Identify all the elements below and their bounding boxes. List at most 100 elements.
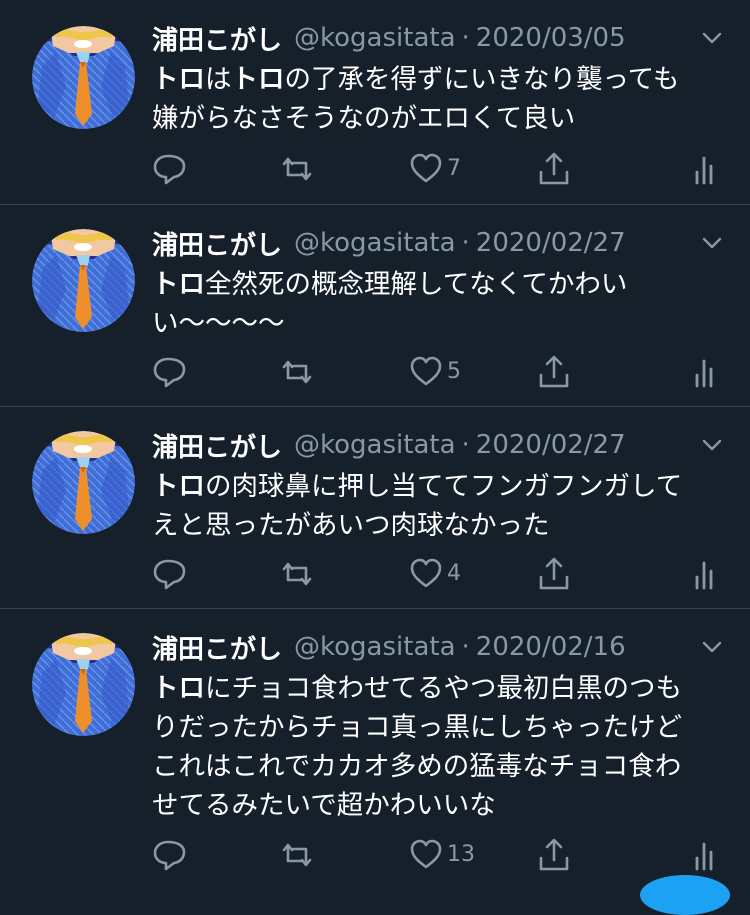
heart-icon (408, 150, 444, 186)
separator: · (461, 23, 470, 53)
tweet[interactable]: 浦田こがし @kogasitata · 2020/02/27 トロ全然死の概念理… (0, 205, 750, 407)
share-button[interactable] (536, 351, 572, 391)
tweet-header: 浦田こがし @kogasitata · 2020/03/05 (152, 18, 626, 58)
reply-icon (152, 353, 188, 389)
compose-button[interactable] (640, 875, 730, 915)
analytics-button[interactable] (690, 834, 718, 874)
reply-button[interactable] (152, 553, 188, 593)
heart-icon (408, 353, 444, 389)
tweet-text-line: トロはトロの了承を得ずにいきなり襲っても (152, 60, 722, 99)
retweet-icon (278, 555, 314, 591)
like-count: 5 (447, 358, 461, 384)
retweet-icon (278, 836, 314, 872)
tweet-text: トロにチョコ食わせてるやつ最初白黒のつもりだったからチョコ真っ黒にしちゃったけど… (152, 669, 722, 825)
like-button[interactable]: 5 (408, 351, 461, 391)
retweet-button[interactable] (278, 553, 314, 593)
tweet-header: 浦田こがし @kogasitata · 2020/02/27 (152, 223, 626, 263)
text-run: の了承を得ずにいきなり襲っても (284, 64, 680, 95)
bold-text-run: トロ (152, 64, 205, 95)
display-name[interactable]: 浦田こがし (152, 20, 282, 57)
like-button[interactable]: 4 (408, 553, 461, 593)
retweet-button[interactable] (278, 148, 314, 188)
analytics-icon (690, 836, 718, 872)
tweet-actions: 4 (152, 553, 732, 593)
analytics-icon (690, 555, 718, 591)
tweet-header: 浦田こがし @kogasitata · 2020/02/16 (152, 627, 626, 667)
share-button[interactable] (536, 834, 572, 874)
reply-button[interactable] (152, 148, 188, 188)
tweet-header: 浦田こがし @kogasitata · 2020/02/27 (152, 425, 626, 465)
tweet-date[interactable]: 2020/03/05 (476, 23, 626, 53)
retweet-icon (278, 353, 314, 389)
tweet-actions: 13 (152, 834, 732, 874)
reply-button[interactable] (152, 351, 188, 391)
text-run: 全然死の概念理解してなくてかわい (205, 269, 628, 300)
like-button[interactable]: 7 (408, 148, 461, 188)
user-handle[interactable]: @kogasitata (294, 430, 456, 460)
display-name[interactable]: 浦田こがし (152, 629, 282, 666)
text-run: にチョコ食わせてるやつ最初白黒のつも (205, 673, 682, 704)
retweet-button[interactable] (278, 351, 314, 391)
reply-button[interactable] (152, 834, 188, 874)
avatar[interactable] (32, 26, 135, 129)
user-handle[interactable]: @kogasitata (294, 228, 456, 258)
user-handle[interactable]: @kogasitata (294, 23, 456, 53)
chevron-down-icon[interactable] (700, 433, 724, 457)
tweet-text-line: りだったからチョコ真っ黒にしちゃったけど (152, 708, 722, 747)
tweet-text-line: これはこれでカカオ多めの猛毒なチョコ食わ (152, 747, 722, 786)
user-handle[interactable]: @kogasitata (294, 632, 456, 662)
tweet-date[interactable]: 2020/02/27 (476, 228, 626, 258)
tweet-text-line: トロ全然死の概念理解してなくてかわい (152, 265, 722, 304)
chevron-down-icon[interactable] (700, 635, 724, 659)
analytics-button[interactable] (690, 148, 718, 188)
bold-text-run: トロ (152, 269, 205, 300)
retweet-button[interactable] (278, 834, 314, 874)
analytics-icon (690, 150, 718, 186)
share-button[interactable] (536, 553, 572, 593)
retweet-icon (278, 150, 314, 186)
analytics-icon (690, 353, 718, 389)
display-name[interactable]: 浦田こがし (152, 427, 282, 464)
tweet-text-line: せてるみたいで超かわいいな (152, 786, 722, 825)
tweet-text-line: トロにチョコ食わせてるやつ最初白黒のつも (152, 669, 722, 708)
tweet-text-line: 嫌がらなさそうなのがエロくて良い (152, 99, 722, 138)
reply-icon (152, 836, 188, 872)
bold-text-run: トロ (152, 673, 205, 704)
text-run: は (205, 64, 232, 95)
tweet-date[interactable]: 2020/02/16 (476, 632, 626, 662)
tweet[interactable]: 浦田こがし @kogasitata · 2020/02/27 トロの肉球鼻に押し… (0, 407, 750, 609)
avatar[interactable] (32, 431, 135, 534)
heart-icon (408, 836, 444, 872)
bold-text-run: トロ (231, 64, 285, 95)
text-run: りだったからチョコ真っ黒にしちゃったけど (152, 712, 682, 743)
reply-icon (152, 555, 188, 591)
tweet-text-line: えと思ったがあいつ肉球なかった (152, 506, 722, 545)
reply-icon (152, 150, 188, 186)
heart-icon (408, 555, 444, 591)
separator: · (461, 632, 470, 662)
chevron-down-icon[interactable] (700, 231, 724, 255)
tweet-actions: 7 (152, 148, 732, 188)
like-button[interactable]: 13 (408, 834, 475, 874)
like-count: 4 (447, 560, 461, 586)
like-count: 13 (447, 841, 475, 867)
avatar[interactable] (32, 633, 135, 736)
analytics-button[interactable] (690, 553, 718, 593)
bold-text-run: トロ (152, 471, 205, 502)
tweet-text-line: い〜〜〜〜 (152, 304, 722, 343)
share-button[interactable] (536, 148, 572, 188)
avatar[interactable] (32, 229, 135, 332)
like-count: 7 (447, 155, 461, 181)
tweet-actions: 5 (152, 351, 732, 391)
text-run: 嫌がらなさそうなのがエロくて良い (152, 103, 576, 134)
chevron-down-icon[interactable] (700, 26, 724, 50)
tweet[interactable]: 浦田こがし @kogasitata · 2020/03/05 トロはトロの了承を… (0, 0, 750, 205)
text-run: の肉球鼻に押し当ててフンガフンガして (205, 471, 683, 502)
tweet[interactable]: 浦田こがし @kogasitata · 2020/02/16 トロにチョコ食わせ… (0, 609, 750, 888)
share-icon (536, 836, 572, 872)
display-name[interactable]: 浦田こがし (152, 225, 282, 262)
separator: · (461, 228, 470, 258)
analytics-button[interactable] (690, 351, 718, 391)
tweet-date[interactable]: 2020/02/27 (476, 430, 626, 460)
share-icon (536, 555, 572, 591)
